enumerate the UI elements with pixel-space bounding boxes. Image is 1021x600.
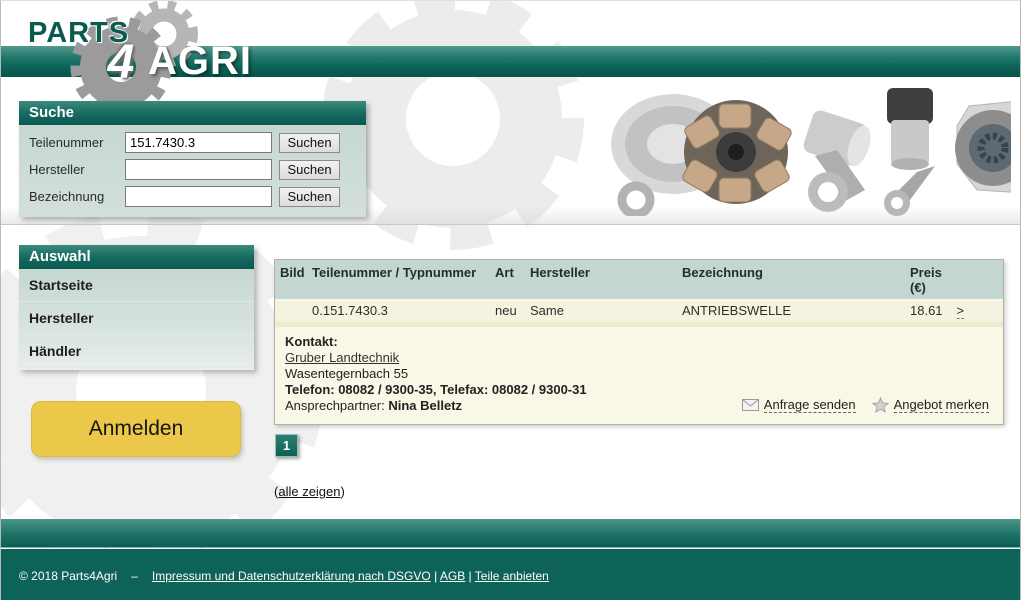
sidebar-title: Auswahl [19,245,254,269]
contact-street: Wasentegernbach 55 [285,366,587,382]
row-bild [280,303,312,319]
search-row-bezeichnung: Bezeichnung Suchen [29,186,356,207]
sidebar-item-hersteller[interactable]: Hersteller [19,302,254,335]
anfrage-senden-link[interactable]: Anfrage senden [742,397,856,413]
bezeichnung-search-button[interactable]: Suchen [279,187,340,207]
contact-partner: Ansprechpartner: Nina Belletz [285,398,587,414]
alle-zeigen-link[interactable]: alle zeigen [278,484,340,499]
contact-section: Kontakt: Gruber Landtechnik Wasentegernb… [275,327,1003,424]
column-hersteller: Hersteller [530,265,682,295]
search-row-teilenummer: Teilenummer Suchen [29,132,356,153]
pump-photo [955,98,1011,194]
hersteller-label: Hersteller [29,162,125,177]
column-art: Art [495,265,530,295]
sidebar-item-startseite[interactable]: Startseite [19,269,254,302]
sidebar: Auswahl Startseite Hersteller Händler [19,245,254,370]
row-preis: 18.61 > [910,303,1003,319]
company-link[interactable]: Gruber Landtechnik [285,350,399,365]
logo-text-four: 4 [93,35,149,90]
impressum-link[interactable]: Impressum und Datenschutzerklärung nach … [152,569,431,583]
results-table-header: Bild Teilenummer / Typnummer Art Herstel… [275,260,1003,301]
teilenummer-label: Teilenummer [29,135,125,150]
logo-text-agri: AGRI [148,39,252,84]
show-all: (alle zeigen) [274,484,345,499]
copyright-text: © 2018 Parts4Agri [19,569,117,583]
hersteller-input[interactable] [125,159,272,180]
agb-link[interactable]: AGB [440,569,465,583]
details-arrow-link[interactable]: > [957,303,965,319]
column-preis: Preis (€) [910,265,1003,295]
sidebar-item-haendler[interactable]: Händler [19,335,254,368]
pagination-page-1[interactable]: 1 [275,434,298,457]
contact-phone: Telefon: 08082 / 9300-35, Telefax: 08082… [285,382,587,398]
angebot-merken-link[interactable]: Angebot merken [872,397,989,413]
column-teilenummer: Teilenummer / Typnummer [312,265,495,295]
clutch-photo [611,94,793,214]
row-teilenummer: 0.151.7430.3 [312,303,495,319]
column-bild: Bild [280,265,312,295]
search-row-hersteller: Hersteller Suchen [29,159,356,180]
teilenummer-search-button[interactable]: Suchen [279,133,340,153]
footer: © 2018 Parts4Agri–Impressum und Datensch… [1,549,1020,600]
bezeichnung-label: Bezeichnung [29,189,125,204]
price-value: 18.61 [910,303,943,319]
anmelden-button[interactable]: Anmelden [31,401,241,457]
search-panel: Suche Teilenummer Suchen Hersteller Such… [19,101,366,217]
bezeichnung-input[interactable] [125,186,272,207]
row-art: neu [495,303,530,319]
teile-anbieten-link[interactable]: Teile anbieten [475,569,549,583]
star-icon [872,397,889,413]
header: PARTS 4 AGRI Suche Teilenummer Suchen He… [1,1,1020,225]
product-photos [601,86,1011,216]
contact-partner-name: Nina Belletz [388,398,462,413]
hersteller-search-button[interactable]: Suchen [279,160,340,180]
results-box: Bild Teilenummer / Typnummer Art Herstel… [274,259,1004,425]
contact-heading: Kontakt: [285,334,587,350]
pistons-photo [802,88,935,216]
row-hersteller: Same [530,303,682,319]
row-bezeichnung: ANTRIEBSWELLE [682,303,910,319]
search-panel-title: Suche [19,101,366,125]
footer-band [1,519,1020,548]
column-bezeichnung: Bezeichnung [682,265,910,295]
logo[interactable]: PARTS 4 AGRI [15,1,255,111]
teilenummer-input[interactable] [125,132,272,153]
page: PARTS 4 AGRI Suche Teilenummer Suchen He… [0,0,1021,600]
table-row: 0.151.7430.3 neu Same ANTRIEBSWELLE 18.6… [275,301,1003,327]
envelope-icon [742,399,759,411]
